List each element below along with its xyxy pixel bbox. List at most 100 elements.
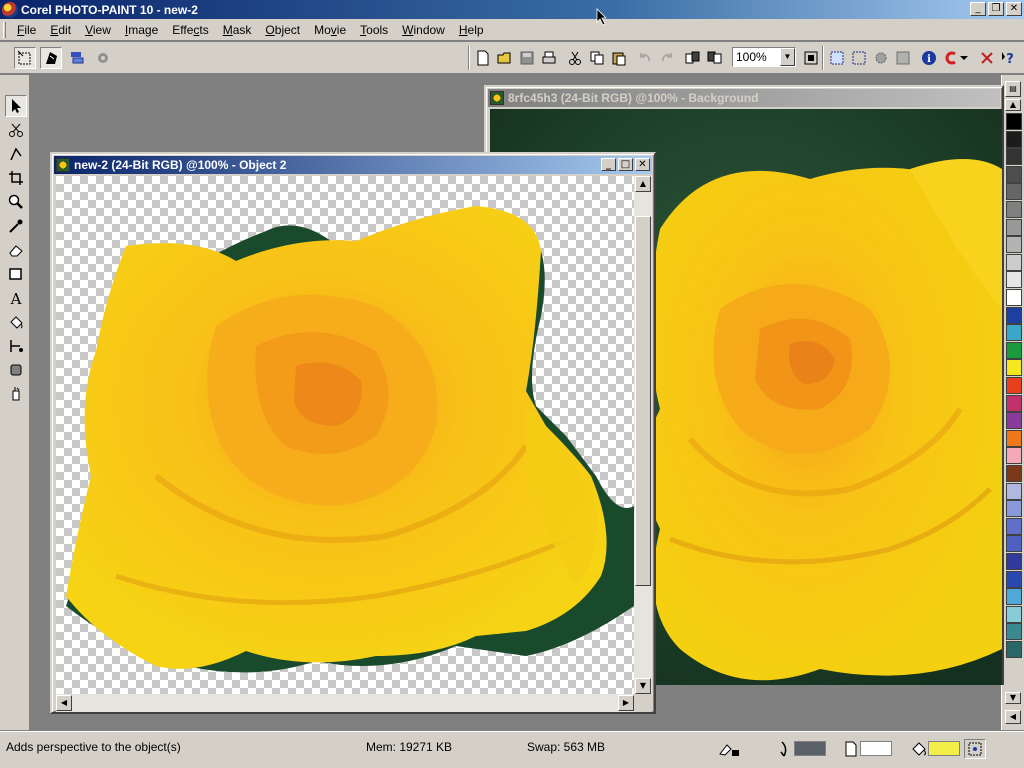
chevron-down-icon[interactable]: ▼ (780, 48, 795, 66)
transform-options-icon[interactable] (92, 47, 114, 69)
help-whats-this-icon[interactable]: ? (998, 47, 1020, 69)
clip-mask-icon[interactable] (892, 47, 914, 69)
menu-movie[interactable]: Movie (307, 23, 353, 37)
palette-scroll-up-icon[interactable]: ▲ (1005, 99, 1021, 111)
fill-bucket-tool-icon[interactable] (5, 311, 27, 333)
image-sprayer-tool-icon[interactable] (5, 383, 27, 405)
mask-overlay-icon[interactable] (848, 47, 870, 69)
size-grip[interactable] (634, 694, 652, 712)
redo-icon[interactable] (656, 47, 678, 69)
maximize-button[interactable]: □ (618, 158, 633, 171)
vertical-scrollbar[interactable]: ▲ ▼ (634, 176, 652, 694)
paste-icon[interactable] (608, 47, 630, 69)
eyedropper-tool-icon[interactable] (5, 215, 27, 237)
menu-object[interactable]: Object (258, 23, 307, 37)
menu-view[interactable]: View (78, 23, 118, 37)
object-picker-toggle-icon[interactable] (14, 47, 36, 69)
palette-swatch[interactable] (1006, 412, 1022, 430)
info-icon[interactable]: i (918, 47, 940, 69)
palette-swatch[interactable] (1006, 588, 1022, 606)
palette-swatch[interactable] (1006, 201, 1022, 218)
print-icon[interactable] (538, 47, 560, 69)
palette-expand-icon[interactable]: ◀ (1005, 710, 1021, 724)
palette-swatch[interactable] (1006, 324, 1022, 342)
palette-swatch[interactable] (1006, 394, 1022, 412)
outline-pen-icon[interactable] (778, 740, 792, 761)
full-screen-icon[interactable] (800, 47, 822, 69)
perspective-mode-icon[interactable] (40, 47, 62, 69)
horizontal-scrollbar[interactable]: ◀ ▶ (56, 694, 634, 712)
lasso-tool-icon[interactable] (5, 143, 27, 165)
menu-edit[interactable]: Edit (43, 23, 78, 37)
palette-swatch[interactable] (1006, 289, 1022, 306)
palette-swatch[interactable] (1006, 271, 1022, 289)
minimize-button[interactable]: _ (601, 158, 616, 171)
palette-swatch[interactable] (1006, 253, 1022, 271)
palette-swatch[interactable] (1006, 641, 1022, 658)
restore-button[interactable]: ❐ (988, 2, 1004, 16)
paper-page-icon[interactable] (844, 740, 858, 761)
import-icon[interactable] (682, 47, 704, 69)
document-title-bar[interactable]: 8rfc45h3 (24-Bit RGB) @100% - Background (488, 89, 1000, 107)
undo-icon[interactable] (634, 47, 656, 69)
tools-icon[interactable] (976, 47, 998, 69)
palette-swatch[interactable] (1006, 113, 1022, 130)
menu-tools[interactable]: Tools (353, 23, 395, 37)
palette-swatch[interactable] (1006, 482, 1022, 500)
effect-tool-icon[interactable] (5, 359, 27, 381)
palette-swatch[interactable] (1006, 553, 1022, 570)
object-pick-tool-icon[interactable] (5, 95, 27, 117)
palette-swatch[interactable] (1006, 605, 1022, 623)
vertical-scroll-thumb[interactable] (635, 216, 651, 586)
rectangle-tool-icon[interactable] (5, 263, 27, 285)
scroll-up-icon[interactable]: ▲ (635, 176, 651, 192)
fill-color-swatch[interactable] (928, 741, 960, 756)
mask-marquee-icon[interactable] (826, 47, 848, 69)
close-button[interactable]: ✕ (1006, 2, 1022, 16)
palette-swatch[interactable] (1006, 218, 1022, 236)
document-window-new-2[interactable]: new-2 (24-Bit RGB) @100% - Object 2 _ □ … (50, 152, 656, 714)
palette-swatch[interactable] (1006, 500, 1022, 518)
save-disk-icon[interactable] (516, 47, 538, 69)
menu-window[interactable]: Window (395, 23, 452, 37)
menu-help[interactable]: Help (452, 23, 491, 37)
new-document-icon[interactable] (472, 47, 494, 69)
paper-color-swatch[interactable] (860, 741, 892, 756)
text-tool-icon[interactable]: A (5, 287, 27, 309)
zoom-level-combo[interactable]: 100% ▼ (732, 47, 796, 67)
clone-tool-icon[interactable] (5, 335, 27, 357)
palette-swatch[interactable] (1006, 165, 1022, 183)
fill-bucket-icon[interactable] (910, 740, 928, 761)
menu-grip[interactable] (3, 21, 6, 38)
palette-swatch[interactable] (1006, 341, 1022, 359)
close-button[interactable]: ✕ (635, 158, 650, 171)
menu-file[interactable]: File (10, 23, 43, 37)
scroll-right-icon[interactable]: ▶ (618, 695, 634, 711)
eraser-tool-icon[interactable] (5, 239, 27, 261)
palette-swatch[interactable] (1006, 148, 1022, 166)
document-title-bar[interactable]: new-2 (24-Bit RGB) @100% - Object 2 _ □ … (54, 156, 652, 174)
menu-effects[interactable]: Effects (165, 23, 215, 37)
open-folder-icon[interactable] (494, 47, 516, 69)
transparency-mode-icon[interactable] (718, 740, 740, 761)
mask-overlay-toggle-icon[interactable] (964, 739, 986, 759)
mask-mode-icon[interactable] (870, 47, 892, 69)
palette-swatch[interactable] (1006, 465, 1022, 482)
palette-swatch[interactable] (1006, 236, 1022, 254)
palette-swatch[interactable] (1006, 623, 1022, 641)
palette-swatch[interactable] (1006, 130, 1022, 148)
palette-scroll-down-icon[interactable]: ▼ (1005, 692, 1021, 704)
outline-color-swatch[interactable] (794, 741, 826, 756)
crop-tool-icon[interactable] (5, 167, 27, 189)
palette-swatch[interactable] (1006, 306, 1022, 324)
palette-swatch[interactable] (1006, 429, 1022, 447)
palette-menu-icon[interactable]: ▤ (1005, 81, 1021, 97)
menu-mask[interactable]: Mask (216, 23, 259, 37)
mask-scissors-tool-icon[interactable] (5, 119, 27, 141)
cut-scissors-icon[interactable] (564, 47, 586, 69)
palette-swatch[interactable] (1006, 447, 1022, 465)
palette-swatch[interactable] (1006, 377, 1022, 394)
palette-swatch[interactable] (1006, 517, 1022, 535)
palette-swatch[interactable] (1006, 535, 1022, 553)
object-stack-icon[interactable] (66, 47, 88, 69)
